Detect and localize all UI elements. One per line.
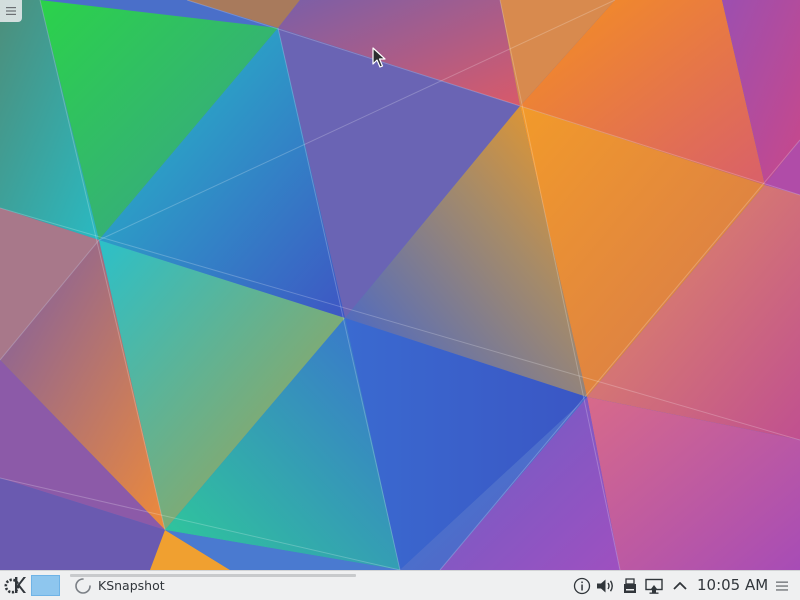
digital-clock[interactable]: 10:05 AM bbox=[697, 576, 768, 594]
tray-volume-button[interactable] bbox=[594, 575, 616, 597]
task-launch-progress-bar bbox=[70, 574, 356, 577]
hamburger-menu-icon bbox=[6, 7, 16, 15]
taskbar-panel: KSnapshot 10:05 AM bbox=[0, 570, 800, 600]
panel-options-button[interactable] bbox=[772, 575, 792, 597]
pager-desktop-1[interactable] bbox=[31, 575, 60, 596]
tray-devices-button[interactable] bbox=[619, 575, 641, 597]
expand-tray-arrow-icon bbox=[673, 582, 687, 590]
wallpaper bbox=[0, 0, 800, 570]
tray-info-button[interactable] bbox=[571, 575, 593, 597]
hamburger-menu-icon bbox=[776, 581, 788, 591]
storage-device-icon bbox=[624, 578, 636, 593]
info-icon bbox=[573, 577, 591, 595]
tray-expand-button[interactable] bbox=[669, 575, 691, 597]
volume-icon bbox=[597, 579, 613, 593]
display-icon bbox=[645, 578, 663, 594]
mouse-pointer-icon bbox=[372, 47, 386, 68]
kde-logo-icon bbox=[4, 577, 26, 594]
task-ksnapshot[interactable]: KSnapshot bbox=[66, 572, 358, 599]
tray-display-button[interactable] bbox=[643, 575, 665, 597]
desktop-toolbox-button[interactable] bbox=[0, 0, 22, 22]
task-label: KSnapshot bbox=[98, 578, 165, 593]
loading-spinner-icon bbox=[75, 578, 91, 594]
desktop[interactable] bbox=[0, 0, 800, 570]
application-launcher-button[interactable] bbox=[3, 573, 27, 597]
